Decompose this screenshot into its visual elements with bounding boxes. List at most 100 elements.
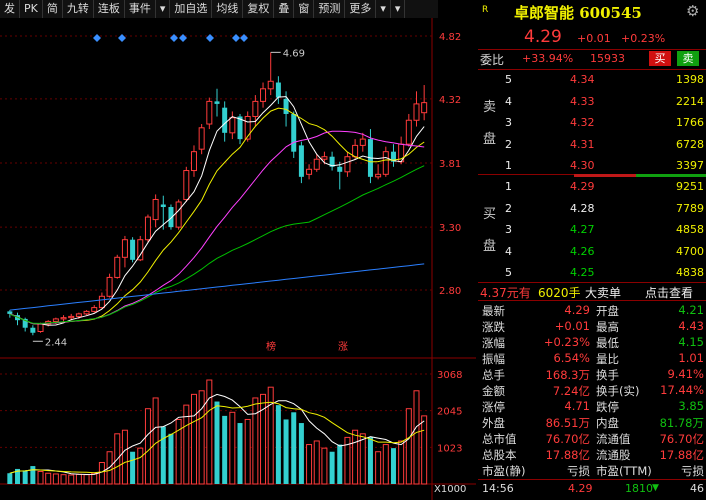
price-tick-label: 3.81 — [439, 159, 461, 170]
stat-value: 1.01 — [678, 351, 704, 365]
toolbar-item-14[interactable]: ▾ — [376, 0, 391, 18]
stat-label: 涨跌 — [482, 320, 505, 334]
stat-label: 总股本 — [482, 448, 517, 462]
ask-side-label-1: 卖 — [483, 100, 497, 115]
volume-bar — [390, 448, 396, 484]
price-change-pct: +0.23% — [621, 32, 666, 45]
volume-bar — [375, 451, 382, 485]
book-price[interactable]: 4.34 — [570, 73, 595, 86]
stat-value: 168.3万 — [545, 368, 590, 382]
stat-value: +0.23% — [543, 335, 590, 349]
toolbar-item-4[interactable]: 连板 — [94, 0, 125, 18]
toolbar-item-11[interactable]: 窗 — [294, 0, 315, 18]
toolbar-item-10[interactable]: 叠 — [274, 0, 295, 18]
toolbar-item-9[interactable]: 复权 — [243, 0, 275, 18]
volume-bar — [367, 437, 373, 484]
candle-body — [382, 151, 389, 175]
book-price[interactable]: 4.30 — [570, 159, 595, 172]
divider — [478, 49, 706, 50]
big-order-price: 4.37元有 — [480, 286, 531, 300]
candle-body — [421, 102, 428, 114]
volume-bar — [237, 423, 243, 484]
stat-label: 开盘 — [596, 304, 619, 318]
big-order-link[interactable]: 点击查看 — [645, 284, 693, 301]
volume-bar — [152, 397, 159, 485]
stat-label: 总手 — [482, 368, 505, 382]
chart-toolbar: 发 PK 简九转 连板 事件 ▾ 加自选 均线 复权叠窗预测 更多 ▾ ▾ — [0, 0, 438, 18]
tick-count: 46 — [690, 482, 704, 495]
candle-body — [222, 107, 228, 133]
candle-body — [413, 103, 420, 121]
volume-bar — [137, 447, 144, 485]
toolbar-item-1[interactable]: PK — [20, 0, 43, 18]
book-price[interactable]: 4.28 — [570, 202, 595, 215]
book-level: 4 — [505, 244, 512, 258]
stat-label: 市盈(静) — [482, 464, 526, 478]
gear-icon[interactable]: ⚙ — [686, 2, 699, 20]
quote-panel: R 卓郎智能 600545 ⚙ 4.29 +0.01 +0.23% 委比 +33… — [478, 0, 706, 500]
stat-label: 涨幅 — [482, 336, 505, 350]
tick-time: 14:56 — [482, 482, 514, 495]
candle-body — [198, 127, 205, 150]
kline-chart[interactable]: 4.82 4.32 3.81 3.30 2.80 3068 2045 1023 X1000 4.6… — [0, 18, 476, 500]
stat-label: 流通股 — [596, 448, 631, 462]
volume-bar — [352, 429, 359, 485]
volume-tick-label: 3068 — [437, 370, 462, 381]
volume-bar — [30, 466, 36, 484]
toolbar-item-6[interactable]: ▾ — [156, 0, 171, 18]
book-price[interactable]: 4.27 — [570, 223, 595, 236]
volume-bar — [45, 472, 52, 485]
event-marker-icon — [206, 34, 214, 42]
toolbar-item-5[interactable]: 事件 — [125, 0, 156, 18]
event-marker-icon — [93, 34, 101, 42]
toolbar-item-7[interactable]: 加自选 — [170, 0, 213, 18]
candle-body — [190, 151, 197, 172]
book-price[interactable]: 4.33 — [570, 95, 595, 108]
volume-bar — [121, 429, 128, 485]
buy-button[interactable]: 买 — [649, 51, 671, 66]
book-price[interactable]: 4.31 — [570, 138, 595, 151]
event-marker-icon — [232, 34, 240, 42]
logo-icon: R — [482, 5, 489, 15]
toolbar-item-0[interactable]: 发 — [0, 0, 20, 18]
volume-bar — [313, 440, 320, 485]
stat-label: 换手 — [596, 368, 619, 382]
volume-bar — [75, 473, 82, 485]
volume-bar — [37, 470, 44, 485]
book-price[interactable]: 4.32 — [570, 116, 595, 129]
toolbar-item-8[interactable]: 均线 — [212, 0, 244, 18]
book-price[interactable]: 4.29 — [570, 180, 595, 193]
limit-marker: 涨 — [338, 341, 348, 353]
volume-bar — [275, 405, 281, 484]
book-price[interactable]: 4.26 — [570, 245, 595, 258]
candle-body — [175, 201, 182, 228]
toolbar-item-3[interactable]: 九转 — [63, 0, 94, 18]
candle-body — [98, 295, 105, 309]
book-price[interactable]: 4.25 — [570, 266, 595, 279]
volume-bar — [398, 440, 405, 485]
candle-body — [130, 239, 136, 260]
book-level: 3 — [505, 116, 512, 129]
stat-value: 17.88亿 — [545, 448, 590, 462]
candle-body — [252, 100, 259, 117]
toolbar-item-12[interactable]: 预测 — [314, 0, 346, 18]
toolbar-item-2[interactable]: 简 — [43, 0, 63, 18]
big-order-label: 大卖单 — [585, 286, 622, 300]
volume-tick-label: 2045 — [437, 407, 462, 418]
book-volume: 7789 — [676, 201, 704, 215]
stat-label: 流通值 — [596, 432, 631, 446]
stat-value: 81.78万 — [659, 416, 704, 430]
divider — [478, 69, 706, 70]
stat-label: 最高 — [596, 320, 619, 334]
candle-body — [214, 101, 220, 104]
candle-body — [298, 145, 304, 177]
toolbar-item-15[interactable]: ▾ — [391, 0, 406, 18]
candle-body — [152, 198, 159, 221]
candle-body — [283, 98, 289, 114]
toolbar-item-13[interactable]: 更多 — [345, 0, 377, 18]
volume-bar — [405, 408, 412, 485]
bid-side-label-1: 买 — [483, 207, 497, 222]
candle-body — [52, 318, 59, 322]
sell-button[interactable]: 卖 — [677, 51, 699, 66]
book-volume: 1766 — [676, 116, 704, 129]
